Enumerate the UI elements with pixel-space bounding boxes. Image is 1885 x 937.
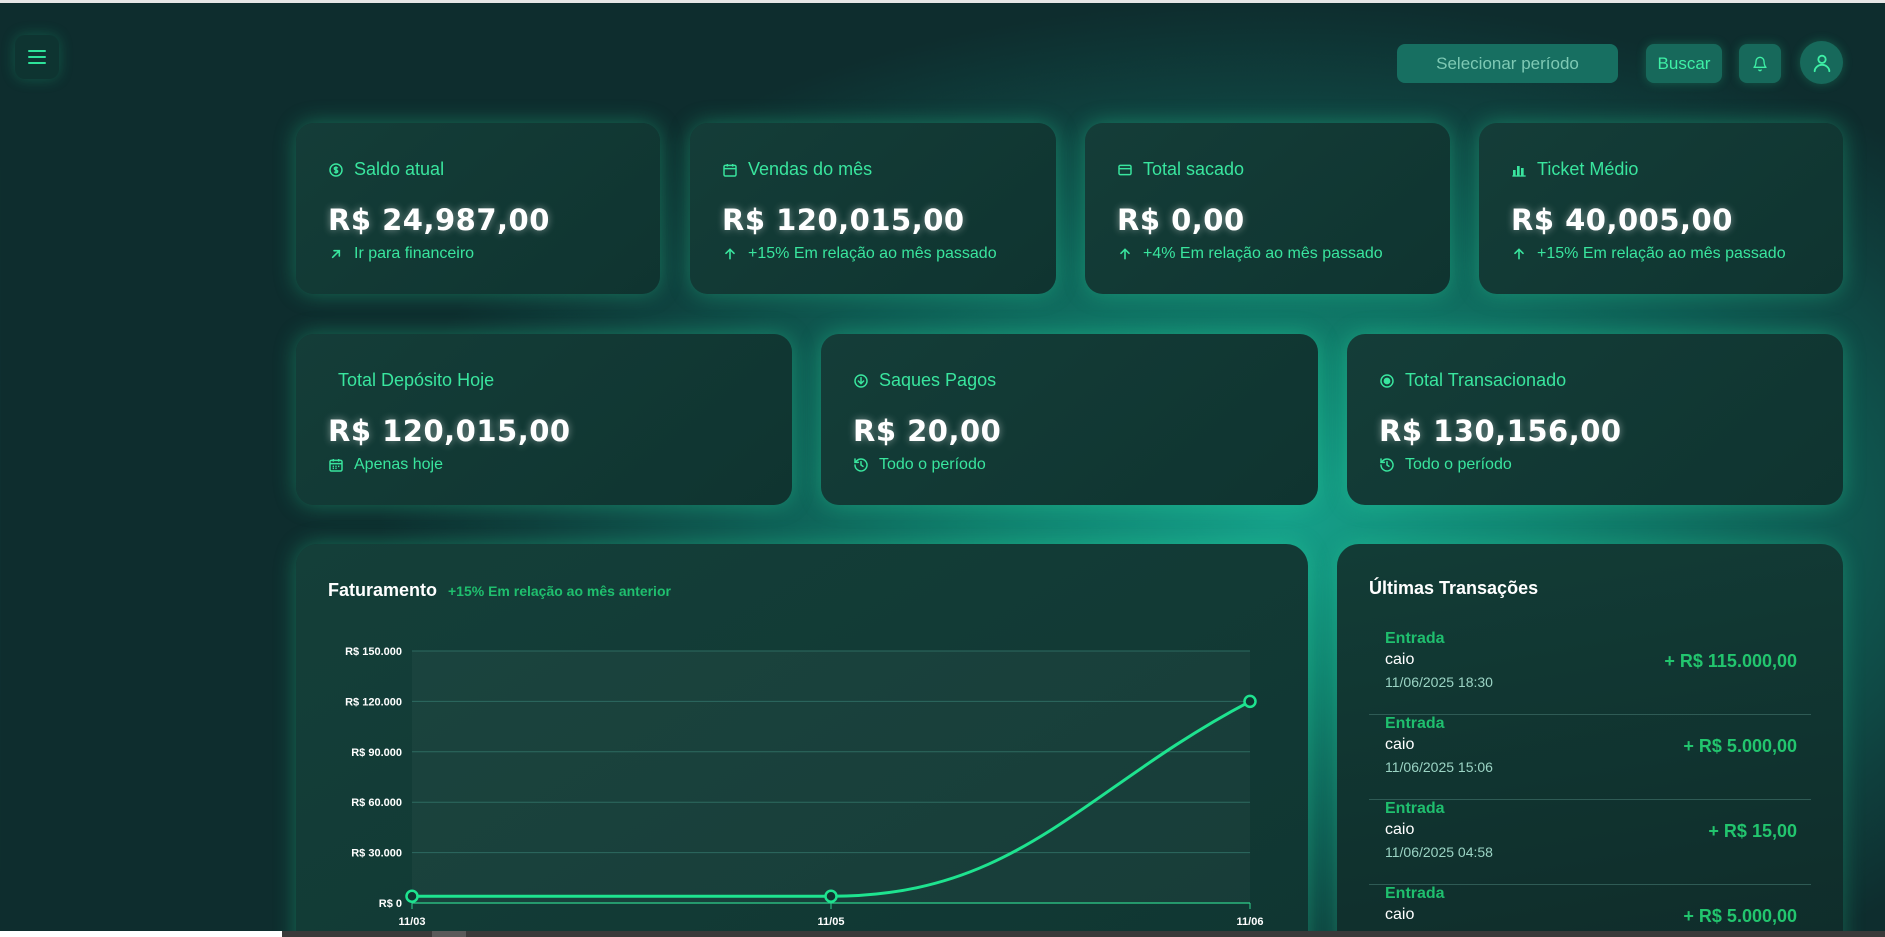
stat-sub-text: Todo o período bbox=[879, 456, 986, 473]
window-top-edge bbox=[0, 0, 1885, 3]
bell-icon bbox=[1753, 56, 1767, 71]
y-tick-label: R$ 0 bbox=[379, 898, 402, 910]
arrow-up-right-icon bbox=[331, 249, 341, 259]
calendar-icon bbox=[723, 163, 737, 177]
credit-card-icon bbox=[1118, 164, 1132, 175]
arrow-up-icon bbox=[1120, 248, 1130, 260]
y-tick-label: R$ 60.000 bbox=[351, 797, 402, 809]
transaction-item[interactable]: Entrada caio 11/06/2025 18:30 + R$ 115.0… bbox=[1369, 630, 1811, 715]
taskbar-preview bbox=[0, 931, 282, 937]
stat-sub-text: Ir para financeiro bbox=[354, 245, 475, 262]
transaction-date: 11/06/2025 15:06 bbox=[1385, 759, 1493, 775]
stat-card-ticket-medio: Ticket Médio R$ 40,005,00 +15% Em relaçã… bbox=[1479, 123, 1843, 294]
stat-value: R$ 40,005,00 bbox=[1511, 203, 1733, 237]
transaction-item[interactable]: Entrada caio + R$ 5.000,00 bbox=[1369, 885, 1811, 937]
calendar-icon bbox=[329, 459, 343, 472]
stat-value: R$ 130,156,00 bbox=[1379, 414, 1622, 448]
stat-value: R$ 120,015,00 bbox=[722, 203, 965, 237]
data-point bbox=[1243, 694, 1257, 709]
stat-sub-text: Apenas hoje bbox=[354, 456, 443, 473]
notifications-button[interactable] bbox=[1739, 44, 1781, 83]
horizontal-scrollbar[interactable] bbox=[0, 931, 1885, 937]
transaction-date: 11/06/2025 04:58 bbox=[1385, 844, 1493, 860]
stat-label: Total sacado bbox=[1143, 159, 1245, 179]
transaction-amount: + R$ 15,00 bbox=[1708, 821, 1797, 841]
scrollbar-thumb[interactable] bbox=[432, 931, 466, 937]
x-tick-label: 11/06 bbox=[1237, 916, 1264, 928]
transaction-name: caio bbox=[1385, 821, 1415, 838]
y-tick-label: R$ 90.000 bbox=[351, 747, 402, 759]
transaction-name: caio bbox=[1385, 736, 1415, 753]
latest-transactions-card: Últimas Transações Entrada caio 11/06/20… bbox=[1337, 544, 1843, 937]
menu-button[interactable] bbox=[15, 35, 59, 79]
search-button[interactable]: Buscar bbox=[1646, 44, 1722, 83]
stat-sub-text: +15% Em relação ao mês passado bbox=[1537, 245, 1786, 262]
period-select-input[interactable] bbox=[1397, 44, 1618, 83]
transactions-list: Entrada caio 11/06/2025 18:30 + R$ 115.0… bbox=[1369, 630, 1811, 937]
stat-card-saques-pagos: Saques Pagos R$ 20,00 Todo o período bbox=[821, 334, 1318, 505]
user-icon bbox=[1813, 54, 1830, 72]
bar-chart-icon bbox=[1512, 165, 1526, 177]
transaction-type: Entrada bbox=[1385, 715, 1445, 732]
transactions-title: Últimas Transações bbox=[1369, 578, 1539, 598]
hamburger-icon bbox=[28, 50, 46, 64]
transaction-date: 11/06/2025 18:30 bbox=[1385, 674, 1493, 690]
x-tick-label: 11/03 bbox=[399, 916, 426, 928]
arrow-down-circle-icon bbox=[854, 373, 868, 388]
dollar-circle-icon bbox=[329, 162, 343, 177]
transaction-amount: + R$ 5.000,00 bbox=[1683, 736, 1797, 756]
y-tick-label: R$ 120.000 bbox=[345, 696, 402, 708]
stat-value: R$ 20,00 bbox=[853, 414, 1002, 448]
stat-label: Saques Pagos bbox=[879, 370, 997, 390]
stat-label: Ticket Médio bbox=[1537, 159, 1639, 179]
stat-label: Total Transacionado bbox=[1405, 370, 1567, 390]
revenue-line-chart: R$ 0 R$ 30.000 R$ 60.000 R$ 90.000 R$ 120.00… bbox=[345, 646, 1264, 928]
data-point bbox=[405, 889, 419, 904]
y-tick-label: R$ 150.000 bbox=[345, 646, 402, 658]
stat-label: Saldo atual bbox=[354, 159, 445, 179]
go-to-financial-link[interactable]: Ir para financeiro bbox=[328, 245, 474, 263]
stat-value: R$ 0,00 bbox=[1117, 203, 1245, 237]
transaction-type: Entrada bbox=[1385, 800, 1445, 817]
transaction-name: caio bbox=[1385, 906, 1415, 923]
plot-area bbox=[412, 651, 1250, 903]
stat-sub-text: +4% Em relação ao mês passado bbox=[1143, 245, 1383, 262]
stat-card-total-deposito-hoje: Total Depósito Hoje R$ 120,015,00 Apenas… bbox=[296, 334, 792, 505]
stat-sub-text: Todo o período bbox=[1405, 456, 1512, 473]
stat-card-total-transacionado: Total Transacionado R$ 130,156,00 Todo o… bbox=[1347, 334, 1843, 505]
transaction-name: caio bbox=[1385, 651, 1415, 668]
transaction-type: Entrada bbox=[1385, 630, 1445, 647]
stat-value: R$ 120,015,00 bbox=[328, 414, 571, 448]
stat-card-saldo-atual: Saldo atual R$ 24,987,00 Ir para finance… bbox=[296, 123, 660, 294]
revenue-chart-card: Faturamento +15% Em relação ao mês anter… bbox=[296, 544, 1308, 937]
arrow-up-icon bbox=[725, 248, 735, 260]
transaction-amount: + R$ 5.000,00 bbox=[1683, 906, 1797, 926]
stat-label: Vendas do mês bbox=[748, 159, 873, 179]
history-icon bbox=[1380, 458, 1394, 472]
stat-card-total-sacado: Total sacado R$ 0,00 +4% Em relação ao m… bbox=[1085, 123, 1450, 294]
target-circle-icon bbox=[1380, 373, 1394, 388]
stat-value: R$ 24,987,00 bbox=[328, 203, 550, 237]
transaction-item[interactable]: Entrada caio 11/06/2025 04:58 + R$ 15,00 bbox=[1369, 800, 1811, 885]
x-tick-label: 11/05 bbox=[818, 916, 845, 928]
data-point bbox=[824, 889, 838, 904]
arrow-up-icon bbox=[1514, 248, 1524, 260]
history-icon bbox=[854, 458, 868, 472]
stat-card-vendas-do-mes: Vendas do mês R$ 120,015,00 +15% Em rela… bbox=[690, 123, 1056, 294]
stat-label: Total Depósito Hoje bbox=[338, 370, 495, 390]
transaction-amount: + R$ 115.000,00 bbox=[1664, 651, 1797, 671]
transaction-item[interactable]: Entrada caio 11/06/2025 15:06 + R$ 5.000… bbox=[1369, 715, 1811, 800]
user-profile-button[interactable] bbox=[1800, 41, 1843, 84]
stat-sub-text: +15% Em relação ao mês passado bbox=[748, 245, 997, 262]
y-tick-label: R$ 30.000 bbox=[351, 848, 402, 860]
transaction-type: Entrada bbox=[1385, 885, 1445, 902]
